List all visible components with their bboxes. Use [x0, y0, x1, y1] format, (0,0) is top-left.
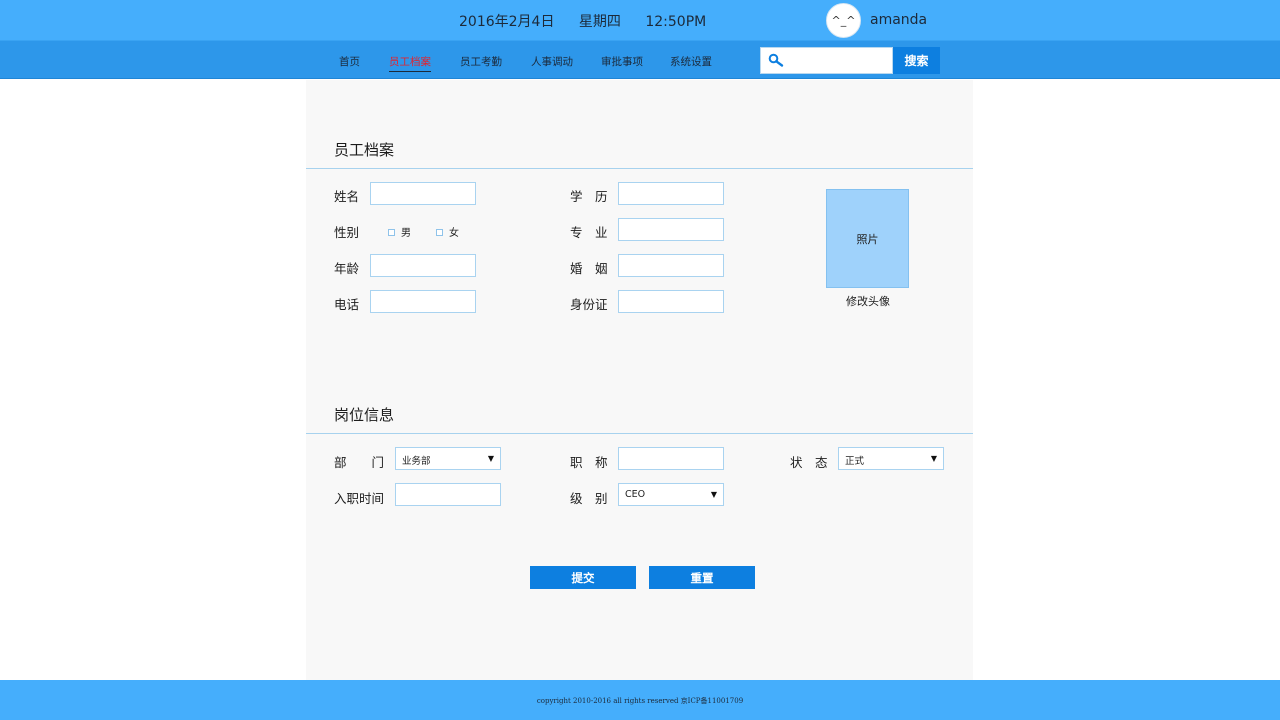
phone-input[interactable] — [370, 290, 476, 313]
name-label: 姓名 — [334, 189, 360, 204]
position-divider — [306, 433, 973, 434]
status-label: 状 态 — [790, 455, 828, 470]
username[interactable]: amanda — [870, 12, 927, 28]
dropdown-arrow-icon: ▼ — [930, 454, 937, 463]
major-input[interactable] — [618, 218, 724, 241]
department-value: 业务部 — [402, 456, 431, 467]
phone-label: 电话 — [334, 297, 360, 312]
main-nav: 首页 员工档案 员工考勤 人事调动 审批事项 系统设置 搜索 — [0, 40, 1280, 79]
gender-male-text: 男 — [401, 228, 411, 239]
dropdown-arrow-icon: ▼ — [710, 490, 717, 499]
education-input[interactable] — [618, 182, 724, 205]
job-title-label: 职 称 — [570, 455, 608, 470]
status-value: 正式 — [845, 456, 865, 467]
reset-button[interactable]: 重置 — [649, 566, 755, 589]
search-button[interactable]: 搜索 — [893, 47, 940, 74]
department-select[interactable]: 业务部 ▼ — [395, 447, 501, 470]
change-avatar-link[interactable]: 修改头像 — [846, 293, 890, 309]
nav-item-employee-records[interactable]: 员工档案 — [389, 54, 431, 72]
dropdown-arrow-icon: ▼ — [487, 454, 494, 463]
nav-item-approvals[interactable]: 审批事项 — [601, 54, 643, 69]
user-avatar[interactable]: ^_^ — [826, 3, 861, 38]
footer: copyright 2010-2016 all rights reserved … — [0, 680, 1280, 720]
gender-female-option[interactable]: 女 — [436, 224, 459, 239]
nav-item-transfers[interactable]: 人事调动 — [531, 54, 573, 69]
id-number-input[interactable] — [618, 290, 724, 313]
photo-label: 照片 — [856, 232, 879, 246]
level-select[interactable]: CEO ▼ — [618, 483, 724, 506]
profile-divider — [306, 168, 973, 169]
gender-female-text: 女 — [449, 228, 459, 239]
hire-date-input[interactable] — [395, 483, 501, 506]
photo-placeholder: 照片 — [826, 189, 909, 288]
gender-male-checkbox[interactable] — [388, 229, 395, 236]
nav-item-attendance[interactable]: 员工考勤 — [460, 54, 502, 69]
status-select[interactable]: 正式 ▼ — [838, 447, 944, 470]
datetime-display: 2016年2月4日 星期四 12:50PM — [459, 11, 726, 31]
date-text: 2016年2月4日 — [459, 14, 555, 30]
major-label: 专 业 — [570, 225, 608, 240]
education-label: 学 历 — [570, 189, 608, 204]
gender-male-option[interactable]: 男 — [388, 224, 411, 239]
marriage-input[interactable] — [618, 254, 724, 277]
marriage-label: 婚 姻 — [570, 261, 608, 276]
level-value: CEO — [625, 489, 646, 500]
gender-label: 性别 — [334, 225, 360, 240]
age-label: 年龄 — [334, 261, 360, 276]
search-icon — [768, 53, 784, 67]
name-input[interactable] — [370, 182, 476, 205]
hire-date-label: 入职时间 — [334, 491, 385, 506]
search-box — [760, 47, 893, 74]
age-input[interactable] — [370, 254, 476, 277]
position-section-title: 岗位信息 — [334, 406, 395, 424]
profile-section-title: 员工档案 — [334, 141, 395, 159]
avatar-face-icon: ^_^ — [831, 14, 856, 27]
time-text: 12:50PM — [645, 14, 707, 30]
nav-item-home[interactable]: 首页 — [339, 54, 360, 69]
department-label: 部 门 — [334, 455, 385, 470]
gender-female-checkbox[interactable] — [436, 229, 443, 236]
id-number-label: 身份证 — [570, 297, 608, 312]
search-input[interactable] — [787, 50, 891, 71]
job-title-input[interactable] — [618, 447, 724, 470]
copyright-text: copyright 2010-2016 all rights reserved … — [536, 697, 744, 705]
nav-item-settings[interactable]: 系统设置 — [670, 54, 712, 69]
top-bar: 2016年2月4日 星期四 12:50PM ^_^ amanda — [0, 0, 1280, 40]
weekday-text: 星期四 — [578, 14, 621, 30]
level-label: 级 别 — [570, 491, 608, 506]
main-panel: 员工档案 姓名 性别 男 女 年龄 电话 学 历 专 业 婚 姻 身份证 照片 … — [306, 80, 973, 680]
submit-button[interactable]: 提交 — [530, 566, 636, 589]
